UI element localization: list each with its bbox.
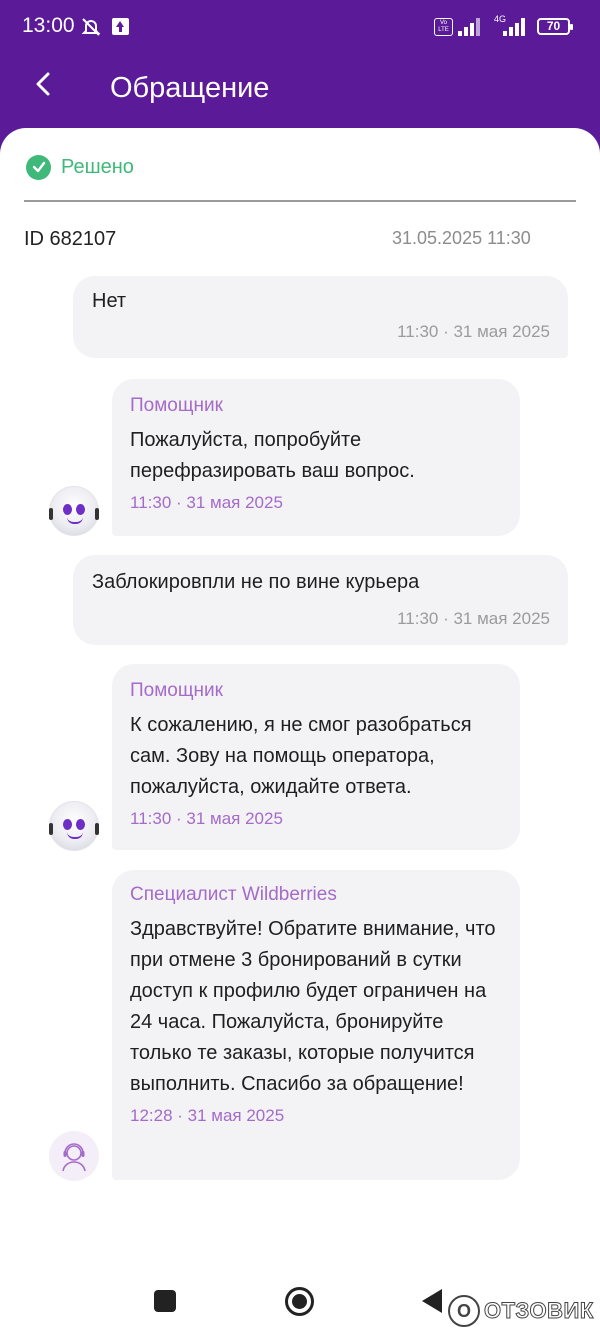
robot-avatar (49, 801, 99, 851)
message-text: Нет (92, 290, 127, 312)
ticket-status: Решено (26, 154, 134, 180)
message-time: 11:30 · 31 мая 2025 (130, 809, 283, 828)
message-bubble-bot: Помощник Пожалуйста, попробуйте перефраз… (112, 379, 520, 536)
message-sender: Помощник (130, 395, 223, 416)
message-time: 12:28 · 31 мая 2025 (130, 1106, 285, 1125)
divider (24, 200, 576, 202)
message-bubble-specialist: Специалист Wildberries Здравствуйте! Обр… (112, 870, 520, 1180)
ticket-sheet: Решено ID 682107 31.05.2025 11:30 Нет 11… (0, 128, 600, 1338)
message-text: Пожалуйста, попробуйте перефразировать в… (130, 429, 415, 482)
system-nav-bar: О ОТЗОВИК (0, 1270, 600, 1338)
chevron-left-icon (36, 72, 50, 96)
message-sender: Помощник (130, 680, 223, 701)
message-text: К сожалению, я не смог разобраться сам. … (130, 714, 472, 798)
upload-icon (112, 18, 129, 35)
notifications-muted-icon (81, 18, 101, 36)
message-sender: Специалист Wildberries (130, 884, 337, 905)
message-text: Заблокировпли не по вине курьера (92, 571, 420, 593)
nav-back-button[interactable] (422, 1289, 442, 1313)
app-header: Обращение (0, 54, 600, 134)
status-bar: 13:00 Vo LTE 4G 70 (0, 0, 600, 54)
headset-icon (62, 1143, 86, 1172)
signal-icon (458, 18, 484, 36)
watermark-text: ОТЗОВИК (484, 1298, 594, 1324)
status-time: 13:00 (22, 14, 75, 37)
ticket-id: ID 682107 (24, 228, 117, 250)
message-bubble-user: Нет 11:30 · 31 мая 2025 (73, 276, 568, 358)
status-label: Решено (61, 155, 134, 178)
page-title: Обращение (110, 72, 270, 104)
message-bubble-bot: Помощник К сожалению, я не смог разобрат… (112, 664, 520, 850)
message-time: 11:30 · 31 мая 2025 (130, 493, 283, 512)
watermark: О ОТЗОВИК (448, 1294, 594, 1328)
battery-icon: 70 (537, 18, 573, 35)
home-button[interactable] (285, 1287, 314, 1316)
message-text: Здравствуйте! Обратите внимание, что при… (130, 918, 496, 1095)
back-button[interactable] (28, 68, 60, 100)
watermark-logo-icon: О (448, 1295, 480, 1327)
ticket-date: 31.05.2025 11:30 (392, 228, 531, 248)
message-time: 11:30 · 31 мая 2025 (397, 322, 550, 341)
volte-icon: Vo LTE (434, 18, 453, 36)
message-bubble-user: Заблокировпли не по вине курьера 11:30 ·… (73, 555, 568, 645)
message-time: 11:30 · 31 мая 2025 (397, 609, 550, 628)
check-circle-icon (26, 154, 51, 180)
robot-avatar (49, 486, 99, 536)
recents-button[interactable] (154, 1290, 176, 1312)
signal-icon-2 (503, 18, 529, 36)
operator-headset-avatar (49, 1131, 99, 1181)
